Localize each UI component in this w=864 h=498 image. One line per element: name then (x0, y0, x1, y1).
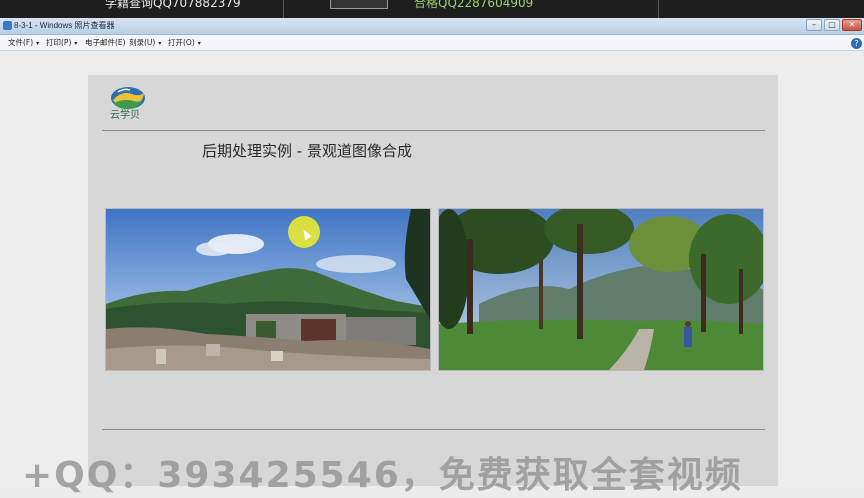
window-title: 8-3-1 - Windows 照片查看器 (14, 21, 115, 30)
overlay-divider (658, 0, 659, 18)
menu-file-label: 文件(F) (8, 38, 34, 47)
menu-open[interactable]: 打开(O) ▾ (168, 37, 201, 48)
chevron-down-icon: ▾ (36, 40, 40, 47)
after-photo (438, 208, 764, 371)
help-button[interactable]: ? (851, 38, 862, 49)
chevron-down-icon: ▾ (197, 40, 201, 47)
slide-title: 后期处理实例 - 景观道图像合成 (202, 142, 412, 160)
menu-burn[interactable]: 刻录(U) ▾ (129, 37, 161, 48)
menu-burn-label: 刻录(U) (129, 38, 156, 47)
minimize-button[interactable]: – (806, 19, 822, 31)
window-titlebar[interactable]: 8-3-1 - Windows 照片查看器 – □ ✕ (0, 18, 864, 49)
mountain-ruins-photo-icon (106, 209, 430, 370)
video-overlay-strip: 学籍查询QQ707882379 合格QQ2287604909 (0, 0, 864, 18)
overlay-divider (283, 0, 284, 18)
maximize-button[interactable]: □ (824, 19, 840, 31)
menu-print-label: 打印(P) (46, 38, 72, 47)
menu-bar: 文件(F) ▾ 打印(P) ▾ 电子邮件(E) 刻录(U) ▾ 打开(O) ▾ (0, 35, 864, 51)
tree-lined-path-photo-icon (439, 209, 763, 370)
close-button[interactable]: ✕ (842, 19, 862, 31)
menu-email-label: 电子邮件(E) (85, 38, 126, 47)
divider-bottom (102, 429, 765, 430)
before-photo (105, 208, 431, 371)
overlay-right-text: 合格QQ2287604909 (414, 0, 534, 10)
overlay-device-icon (330, 0, 388, 9)
divider-top (102, 130, 765, 131)
overlay-left-text: 学籍查询QQ707882379 (105, 0, 241, 10)
photo-viewer-icon (3, 21, 12, 30)
menu-open-label: 打开(O) (168, 38, 195, 47)
menu-print[interactable]: 打印(P) ▾ (46, 37, 77, 48)
promo-watermark: +QQ：393425546，免费获取全套视频 (22, 455, 743, 496)
chevron-down-icon: ▾ (74, 40, 78, 47)
chevron-down-icon: ▾ (158, 40, 162, 47)
menu-email[interactable]: 电子邮件(E) (85, 37, 126, 48)
logo-wordmark: 云学贝 (110, 110, 140, 121)
menu-file[interactable]: 文件(F) ▾ (8, 37, 39, 48)
